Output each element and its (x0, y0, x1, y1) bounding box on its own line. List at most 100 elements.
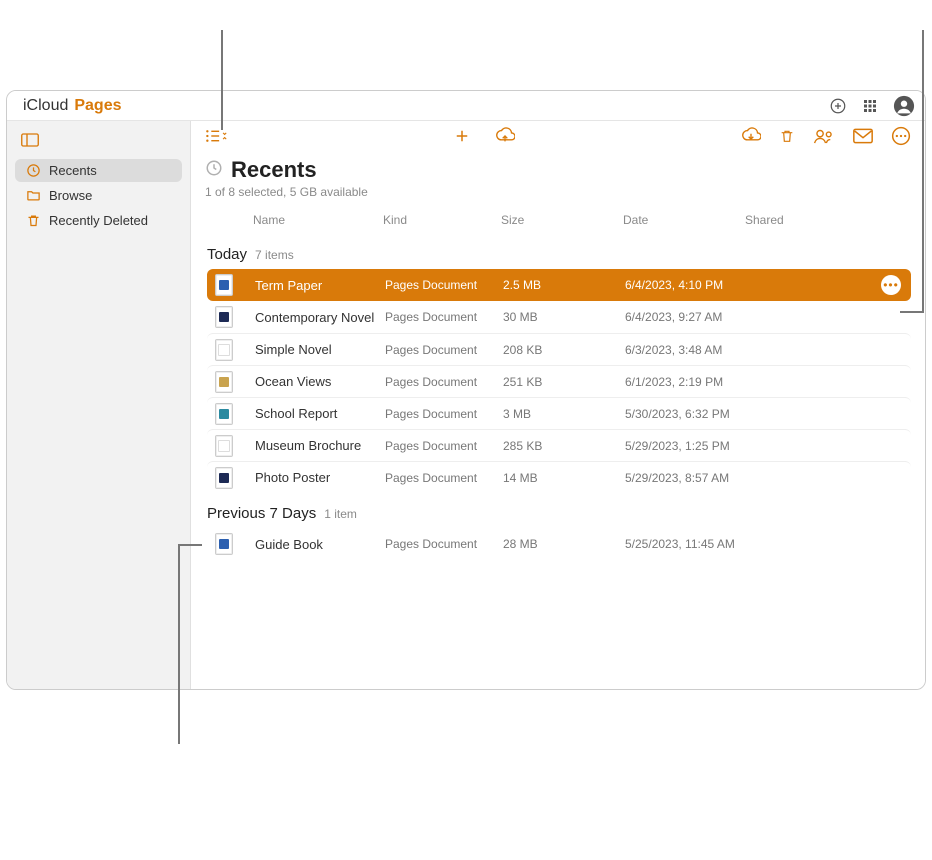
group-title-label: Today (207, 246, 247, 263)
document-name: Simple Novel (255, 342, 385, 357)
document-row[interactable]: School ReportPages Document3 MB5/30/2023… (207, 397, 911, 429)
trash-icon (25, 213, 41, 228)
main-panel: Recents 1 of 8 selected, 5 GB available … (191, 121, 925, 689)
document-kind: Pages Document (385, 278, 503, 292)
document-row[interactable]: Photo PosterPages Document14 MB5/29/2023… (207, 461, 911, 493)
document-kind: Pages Document (385, 375, 503, 389)
document-thumbnail-icon (215, 435, 233, 457)
window-body: Recents Browse Recently Deleted (7, 121, 925, 689)
sidebar-item-label: Recently Deleted (49, 213, 148, 228)
document-date: 6/4/2023, 4:10 PM (625, 278, 747, 292)
column-size[interactable]: Size (501, 213, 623, 227)
sidebar: Recents Browse Recently Deleted (7, 121, 191, 689)
document-name: Guide Book (255, 537, 385, 552)
document-date: 6/1/2023, 2:19 PM (625, 375, 747, 389)
document-size: 30 MB (503, 310, 625, 324)
document-row[interactable]: Museum BrochurePages Document285 KB5/29/… (207, 429, 911, 461)
document-date: 6/3/2023, 3:48 AM (625, 343, 747, 357)
document-row[interactable]: Simple NovelPages Document208 KB6/3/2023… (207, 333, 911, 365)
document-kind: Pages Document (385, 343, 503, 357)
document-kind: Pages Document (385, 310, 503, 324)
document-name: Museum Brochure (255, 438, 385, 453)
callout-line-top (221, 30, 223, 130)
delete-icon[interactable] (779, 127, 795, 145)
brand: iCloud Pages (17, 97, 122, 115)
document-kind: Pages Document (385, 439, 503, 453)
document-name: Contemporary Novel (255, 310, 385, 325)
account-icon[interactable] (893, 95, 915, 117)
document-date: 5/25/2023, 11:45 AM (625, 537, 747, 551)
document-date: 5/29/2023, 1:25 PM (625, 439, 747, 453)
clock-icon (205, 157, 223, 183)
pages-document-manager-window: iCloud Pages Recents (6, 90, 926, 690)
document-date: 6/4/2023, 9:27 AM (625, 310, 747, 324)
document-name: Photo Poster (255, 470, 385, 485)
document-size: 3 MB (503, 407, 625, 421)
column-kind[interactable]: Kind (383, 213, 501, 227)
add-document-icon[interactable] (829, 97, 847, 115)
upload-icon[interactable] (495, 127, 515, 145)
browse-toolbar (191, 121, 925, 151)
document-size: 285 KB (503, 439, 625, 453)
group-item-count: 1 item (324, 507, 357, 521)
group-header: Today 7 items (207, 246, 911, 263)
document-row[interactable]: Term PaperPages Document2.5 MB6/4/2023, … (207, 269, 911, 301)
document-thumbnail-icon (215, 403, 233, 425)
view-options-icon[interactable] (205, 128, 227, 144)
new-document-icon[interactable] (453, 127, 471, 145)
document-size: 208 KB (503, 343, 625, 357)
document-kind: Pages Document (385, 537, 503, 551)
titlebar: iCloud Pages (7, 91, 925, 121)
callout-line-right-h (900, 311, 924, 313)
sidebar-item-browse[interactable]: Browse (15, 184, 182, 207)
sidebar-toggle-icon[interactable] (15, 129, 182, 151)
document-size: 14 MB (503, 471, 625, 485)
sidebar-item-recently-deleted[interactable]: Recently Deleted (15, 209, 182, 232)
row-more-icon[interactable]: ••• (881, 275, 901, 295)
clock-icon (25, 163, 41, 178)
column-shared[interactable]: Shared (745, 213, 911, 227)
date-group: Previous 7 Days 1 item Guide BookPages Doc… (197, 495, 919, 562)
document-thumbnail-icon (215, 274, 233, 296)
titlebar-actions (829, 95, 915, 117)
date-group: Today7 itemsTerm PaperPages Document2.5 … (197, 236, 919, 495)
column-date[interactable]: Date (623, 213, 745, 227)
callout-line-bottom (178, 544, 180, 744)
document-size: 2.5 MB (503, 278, 625, 292)
document-thumbnail-icon (215, 371, 233, 393)
sidebar-item-label: Recents (49, 163, 97, 178)
document-row[interactable]: Ocean ViewsPages Document251 KB6/1/2023,… (207, 365, 911, 397)
sidebar-item-label: Browse (49, 188, 92, 203)
sidebar-item-recents[interactable]: Recents (15, 159, 182, 182)
document-date: 5/29/2023, 8:57 AM (625, 471, 747, 485)
share-people-icon[interactable] (813, 127, 835, 145)
document-row[interactable]: Contemporary NovelPages Document30 MB6/4… (207, 301, 911, 333)
group-item-count: 7 items (255, 248, 294, 262)
document-name: Ocean Views (255, 374, 385, 389)
document-thumbnail-icon (215, 306, 233, 328)
column-headers: Name Kind Size Date Shared (191, 203, 925, 236)
column-name[interactable]: Name (253, 213, 383, 227)
more-actions-icon[interactable] (891, 126, 911, 146)
email-icon[interactable] (853, 128, 873, 144)
callout-line-right (922, 30, 924, 313)
document-date: 5/30/2023, 6:32 PM (625, 407, 747, 421)
selection-storage-status: 1 of 8 selected, 5 GB available (205, 185, 911, 199)
brand-icloud: iCloud (23, 97, 68, 115)
download-icon[interactable] (741, 127, 761, 145)
document-thumbnail-icon (215, 339, 233, 361)
app-grid-icon[interactable] (861, 97, 879, 115)
document-row[interactable]: Guide BookPages Document28 MB5/25/2023, … (207, 528, 911, 560)
location-heading: Recents 1 of 8 selected, 5 GB available (191, 151, 925, 203)
document-list: Today7 itemsTerm PaperPages Document2.5 … (191, 236, 925, 602)
document-name: School Report (255, 406, 385, 421)
location-title: Recents (231, 157, 317, 183)
document-kind: Pages Document (385, 471, 503, 485)
document-size: 28 MB (503, 537, 625, 551)
document-size: 251 KB (503, 375, 625, 389)
document-name: Term Paper (255, 278, 385, 293)
brand-pages: Pages (74, 97, 121, 115)
group-header: Previous 7 Days 1 item (207, 505, 911, 522)
group-title-label: Previous 7 Days (207, 505, 316, 522)
document-thumbnail-icon (215, 467, 233, 489)
